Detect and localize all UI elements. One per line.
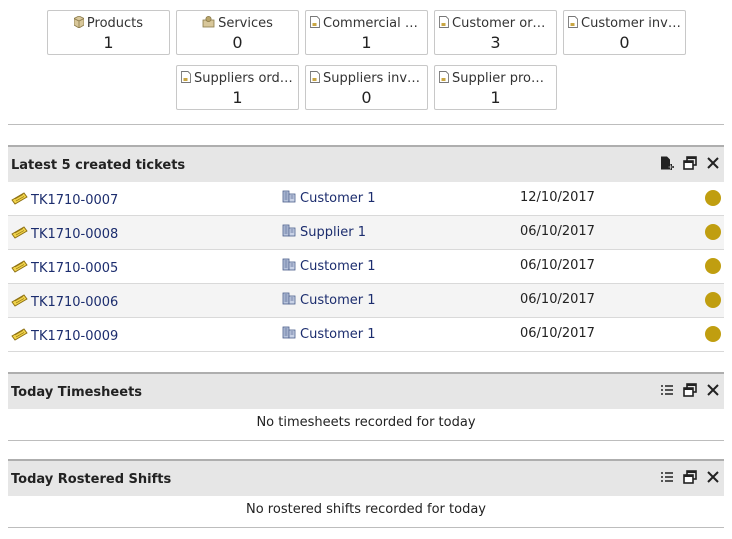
stat-customer-orders[interactable]: Customer orders 3 <box>434 10 557 55</box>
stat-count: 1 <box>232 88 243 107</box>
stat-label: Suppliers invo... <box>323 71 427 86</box>
rostered-shifts-box: Today Rostered Shifts No rostered shifts… <box>8 459 724 528</box>
company-icon <box>282 190 296 203</box>
list-icon[interactable] <box>660 470 674 484</box>
restore-window-icon[interactable] <box>683 470 697 484</box>
empty-message: No rostered shifts recorded for today <box>8 496 724 528</box>
stat-customer-invoices[interactable]: Customer invo... 0 <box>563 10 686 55</box>
stat-products[interactable]: Products 1 <box>47 10 170 55</box>
tickets-box: Latest 5 created tickets TK1710-0007 Cus… <box>8 145 724 352</box>
thirdparty-link[interactable]: Customer 1 <box>282 326 376 342</box>
restore-window-icon[interactable] <box>683 156 697 170</box>
product-box-icon <box>73 16 84 28</box>
thirdparty-name: Customer 1 <box>300 259 376 274</box>
divider <box>8 124 724 125</box>
ticket-icon <box>11 192 28 205</box>
status-indicator <box>705 224 721 240</box>
ticket-ref: TK1710-0007 <box>31 193 119 208</box>
document-icon <box>439 16 449 28</box>
table-row[interactable]: TK1710-0008 Supplier 1 06/10/2017 <box>8 216 724 250</box>
thirdparty-link[interactable]: Customer 1 <box>282 258 376 274</box>
stat-label: Supplier propo... <box>452 71 556 86</box>
stat-suppliers-orders[interactable]: Suppliers orders 1 <box>176 65 299 110</box>
thirdparty-link[interactable]: Customer 1 <box>282 292 376 308</box>
ticket-ref: TK1710-0008 <box>31 227 119 242</box>
stat-supplier-proposals[interactable]: Supplier propo... 1 <box>434 65 557 110</box>
stat-suppliers-invoices[interactable]: Suppliers invo... 0 <box>305 65 428 110</box>
stat-commercial-proposals[interactable]: Commercial pr... 1 <box>305 10 428 55</box>
service-icon <box>202 16 215 28</box>
ticket-date: 06/10/2017 <box>520 292 595 307</box>
table-row[interactable]: TK1710-0005 Customer 1 06/10/2017 <box>8 250 724 284</box>
thirdparty-name: Customer 1 <box>300 191 376 206</box>
restore-window-icon[interactable] <box>683 383 697 397</box>
stat-count: 1 <box>103 33 114 52</box>
ticket-link[interactable]: TK1710-0005 <box>11 260 118 276</box>
close-icon[interactable] <box>706 470 720 484</box>
thirdparty-name: Supplier 1 <box>300 225 366 240</box>
thirdparty-link[interactable]: Customer 1 <box>282 190 376 206</box>
ticket-icon <box>11 294 28 307</box>
stat-count: 1 <box>490 88 501 107</box>
ticket-date: 06/10/2017 <box>520 326 595 341</box>
table-row[interactable]: TK1710-0007 Customer 1 12/10/2017 <box>8 182 724 216</box>
stat-count: 3 <box>490 33 501 52</box>
thirdparty-link[interactable]: Supplier 1 <box>282 224 366 240</box>
stat-label: Customer orders <box>452 16 556 31</box>
document-icon <box>568 16 578 28</box>
table-row[interactable]: TK1710-0006 Customer 1 06/10/2017 <box>8 284 724 318</box>
document-icon <box>310 71 320 83</box>
company-icon <box>282 292 296 305</box>
timesheets-box: Today Timesheets No timesheets recorded … <box>8 372 724 441</box>
new-document-icon[interactable] <box>660 156 674 170</box>
ticket-ref: TK1710-0005 <box>31 261 119 276</box>
close-icon[interactable] <box>706 383 720 397</box>
status-indicator <box>705 326 721 342</box>
status-indicator <box>705 258 721 274</box>
stat-count: 0 <box>361 88 372 107</box>
ticket-icon <box>11 226 28 239</box>
thirdparty-name: Customer 1 <box>300 327 376 342</box>
box-title: Today Timesheets <box>11 385 143 400</box>
document-icon <box>181 71 191 83</box>
stat-label: Customer invo... <box>581 16 685 31</box>
company-icon <box>282 224 296 237</box>
stat-label: Services <box>218 16 273 31</box>
box-header: Today Timesheets <box>8 372 724 409</box>
stat-services[interactable]: Services 0 <box>176 10 299 55</box>
document-icon <box>439 71 449 83</box>
thirdparty-name: Customer 1 <box>300 293 376 308</box>
ticket-date: 12/10/2017 <box>520 190 595 205</box>
ticket-date: 06/10/2017 <box>520 258 595 273</box>
table-row[interactable]: TK1710-0009 Customer 1 06/10/2017 <box>8 318 724 352</box>
ticket-link[interactable]: TK1710-0008 <box>11 226 118 242</box>
stat-label: Suppliers orders <box>194 71 298 86</box>
ticket-ref: TK1710-0009 <box>31 329 119 344</box>
stat-count: 0 <box>619 33 630 52</box>
close-icon[interactable] <box>706 156 720 170</box>
status-indicator <box>705 292 721 308</box>
company-icon <box>282 258 296 271</box>
stat-count: 1 <box>361 33 372 52</box>
ticket-link[interactable]: TK1710-0007 <box>11 192 118 208</box>
status-indicator <box>705 190 721 206</box>
ticket-icon <box>11 260 28 273</box>
ticket-link[interactable]: TK1710-0009 <box>11 328 118 344</box>
stat-count: 0 <box>232 33 243 52</box>
ticket-date: 06/10/2017 <box>520 224 595 239</box>
list-icon[interactable] <box>660 383 674 397</box>
stat-label: Products <box>86 16 144 31</box>
document-icon <box>310 16 320 28</box>
stat-label: Commercial pr... <box>323 16 427 31</box>
ticket-icon <box>11 328 28 341</box>
box-header: Today Rostered Shifts <box>8 459 724 496</box>
company-icon <box>282 326 296 339</box>
ticket-ref: TK1710-0006 <box>31 295 119 310</box>
empty-message: No timesheets recorded for today <box>8 409 724 441</box>
box-title: Latest 5 created tickets <box>11 158 186 173</box>
box-title: Today Rostered Shifts <box>11 472 172 487</box>
ticket-link[interactable]: TK1710-0006 <box>11 294 118 310</box>
box-header: Latest 5 created tickets <box>8 145 724 182</box>
